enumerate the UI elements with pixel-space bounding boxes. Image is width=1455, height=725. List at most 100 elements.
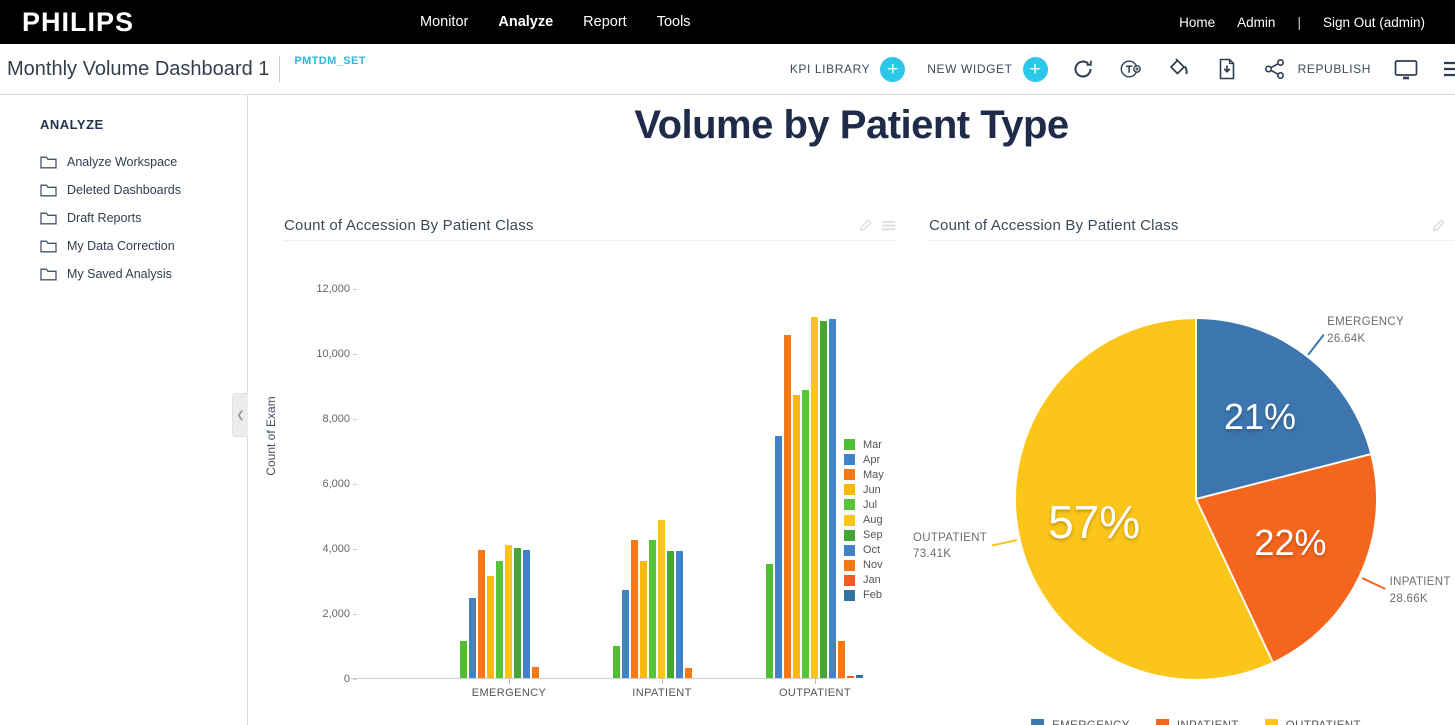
menu-icon[interactable] — [1441, 56, 1455, 82]
x-axis-category-label: INPATIENT — [592, 687, 732, 699]
legend-item-oct[interactable]: Oct — [844, 543, 884, 558]
bar-jun-inpatient[interactable] — [640, 561, 648, 678]
bar-jun-outpatient[interactable] — [793, 395, 801, 678]
sidebar-item-label: My Data Correction — [67, 239, 175, 253]
bar-may-emergency[interactable] — [478, 550, 486, 678]
bar-nov-outpatient[interactable] — [838, 641, 846, 678]
legend-swatch — [844, 530, 855, 541]
sidebar-item-my-saved-analysis[interactable]: My Saved Analysis — [40, 260, 247, 288]
callout-label: INPATIENT — [1390, 574, 1451, 591]
bar-feb-outpatient[interactable] — [856, 675, 864, 678]
legend-item-may[interactable]: May — [844, 467, 884, 482]
nav-signout[interactable]: Sign Out (admin) — [1323, 15, 1425, 30]
folder-icon — [40, 267, 57, 282]
edit-widget-icon[interactable] — [858, 218, 873, 233]
new-widget-add-icon[interactable]: + — [1023, 57, 1048, 82]
legend-label: Feb — [863, 589, 882, 601]
bar-jan-outpatient[interactable] — [847, 676, 855, 678]
legend-item-jul[interactable]: Jul — [844, 497, 884, 512]
bar-sep-emergency[interactable] — [514, 548, 522, 678]
x-axis-line — [351, 678, 844, 679]
callout-outpatient: OUTPATIENT73.41K — [913, 530, 987, 563]
bar-aug-outpatient[interactable] — [811, 317, 819, 678]
refresh-icon[interactable] — [1070, 56, 1096, 82]
pie-chart-legend: EMERGENCY INPATIENT OUTPATIENT — [1031, 719, 1361, 725]
legend-item-nov[interactable]: Nov — [844, 558, 884, 573]
dataset-tag[interactable]: PMTDM_SET — [294, 55, 365, 67]
bar-sep-outpatient[interactable] — [820, 321, 828, 679]
legend-swatch — [844, 484, 855, 495]
bar-jul-emergency[interactable] — [496, 561, 504, 678]
bar-apr-inpatient[interactable] — [622, 590, 630, 678]
bar-sep-inpatient[interactable] — [667, 551, 675, 678]
legend-swatch — [844, 590, 855, 601]
bar-jul-inpatient[interactable] — [649, 540, 657, 678]
bar-apr-emergency[interactable] — [469, 598, 477, 678]
sidebar-section-title: ANALYZE — [40, 117, 247, 132]
nav-home[interactable]: Home — [1179, 15, 1215, 30]
export-document-icon[interactable] — [1214, 56, 1240, 82]
bar-may-inpatient[interactable] — [631, 540, 639, 678]
kpi-library-button[interactable]: KPI LIBRARY + — [790, 57, 905, 82]
new-widget-button[interactable]: NEW WIDGET + — [927, 57, 1047, 82]
callout-leader-line — [1307, 334, 1325, 356]
bar-apr-outpatient[interactable] — [775, 436, 783, 678]
bar-oct-inpatient[interactable] — [676, 551, 684, 678]
legend-label: Jan — [863, 574, 881, 586]
bar-mar-inpatient[interactable] — [613, 646, 621, 679]
display-icon[interactable] — [1393, 56, 1419, 82]
widget-menu-icon[interactable] — [881, 218, 896, 233]
add-text-icon[interactable] — [1118, 56, 1144, 82]
bar-mar-emergency[interactable] — [460, 641, 468, 678]
legend-item-apr[interactable]: Apr — [844, 452, 884, 467]
y-axis-tick-label: 4,000 — [322, 543, 350, 555]
nav-monitor[interactable]: Monitor — [420, 14, 468, 30]
sidebar-item-draft-reports[interactable]: Draft Reports — [40, 204, 247, 232]
bar-nov-inpatient[interactable] — [685, 668, 693, 678]
bar-nov-emergency[interactable] — [532, 667, 540, 678]
callout-value: 28.66K — [1390, 591, 1451, 608]
legend-item-sep[interactable]: Sep — [844, 528, 884, 543]
x-axis-tick — [509, 679, 510, 684]
bar-may-outpatient[interactable] — [784, 335, 792, 678]
nav-report[interactable]: Report — [583, 14, 627, 30]
y-axis-tick-label: 2,000 — [322, 608, 350, 620]
y-axis-title: Count of Exam — [264, 396, 278, 475]
legend-item-feb[interactable]: Feb — [844, 588, 884, 603]
pie-legend-item-inpatient[interactable]: INPATIENT — [1156, 719, 1239, 725]
legend-swatch — [1265, 719, 1278, 725]
edit-widget-icon[interactable] — [1431, 218, 1446, 233]
bar-jun-emergency[interactable] — [487, 576, 495, 678]
bar-jul-outpatient[interactable] — [802, 390, 810, 678]
bar-aug-inpatient[interactable] — [658, 520, 666, 678]
legend-item-jan[interactable]: Jan — [844, 573, 884, 588]
nav-admin[interactable]: Admin — [1237, 15, 1275, 30]
republish-button[interactable]: REPUBLISH — [1262, 56, 1371, 82]
sidebar-item-analyze-workspace[interactable]: Analyze Workspace — [40, 148, 247, 176]
legend-item-aug[interactable]: Aug — [844, 512, 884, 527]
bar-oct-emergency[interactable] — [523, 550, 531, 678]
legend-item-mar[interactable]: Mar — [844, 437, 884, 452]
sidebar-item-deleted-dashboards[interactable]: Deleted Dashboards — [40, 176, 247, 204]
sidebar-item-my-data-correction[interactable]: My Data Correction — [40, 232, 247, 260]
folder-icon — [40, 211, 57, 226]
nav-separator: | — [1297, 15, 1301, 30]
legend-swatch — [844, 454, 855, 465]
bar-oct-outpatient[interactable] — [829, 319, 837, 678]
bar-aug-emergency[interactable] — [505, 545, 513, 678]
nav-tools[interactable]: Tools — [657, 14, 691, 30]
kpi-library-add-icon[interactable]: + — [880, 57, 905, 82]
dashboard-title: Monthly Volume Dashboard 1 — [7, 58, 269, 81]
sidebar-collapse-handle[interactable]: ❮ — [232, 393, 248, 437]
legend-label: Mar — [863, 439, 882, 451]
legend-item-jun[interactable]: Jun — [844, 482, 884, 497]
bar-mar-outpatient[interactable] — [766, 564, 774, 678]
x-axis-category-label: OUTPATIENT — [745, 687, 885, 699]
fill-color-icon[interactable] — [1166, 56, 1192, 82]
folder-icon — [40, 183, 57, 198]
sidebar-item-label: My Saved Analysis — [67, 267, 172, 281]
nav-analyze[interactable]: Analyze — [498, 14, 553, 30]
pie-legend-item-outpatient[interactable]: OUTPATIENT — [1265, 719, 1361, 725]
pie-legend-item-emergency[interactable]: EMERGENCY — [1031, 719, 1130, 725]
folder-icon — [40, 239, 57, 254]
